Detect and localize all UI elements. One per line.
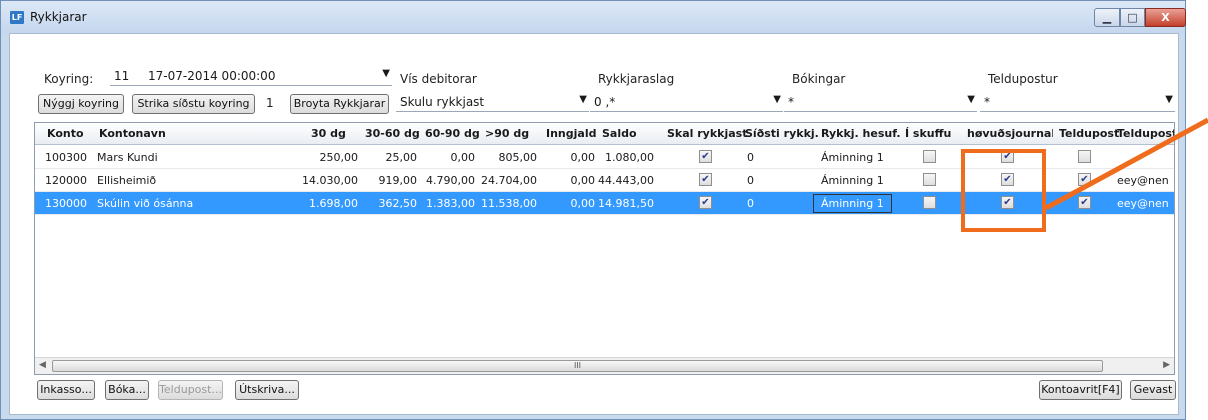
annotation-arrow-line: [1044, 117, 1208, 211]
annotation-arrow: [1044, 117, 1208, 211]
